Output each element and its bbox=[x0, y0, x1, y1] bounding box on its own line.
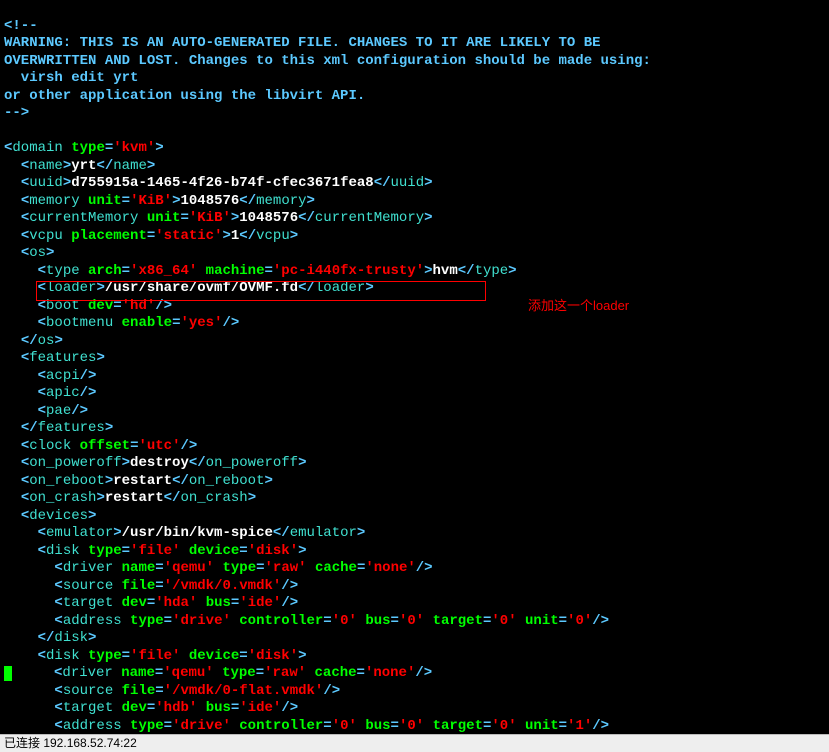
loader-path: /usr/share/ovmf/OVMF.fd bbox=[105, 280, 298, 296]
tag-on-reboot: on_reboot bbox=[29, 473, 105, 489]
tag-pae: pae bbox=[46, 403, 71, 419]
tag-target: target bbox=[63, 595, 113, 611]
tag-apic: apic bbox=[46, 385, 80, 401]
tag-source: source bbox=[63, 578, 113, 594]
tag-driver: driver bbox=[63, 560, 113, 576]
uuid-text: d755915a-1465-4f26-b74f-cfec3671fea8 bbox=[71, 175, 373, 191]
tag-devices: devices bbox=[29, 508, 88, 524]
xml-comment: <!-- bbox=[4, 18, 38, 34]
attr: type bbox=[71, 140, 105, 156]
tag-source: source bbox=[63, 683, 113, 699]
tag-bootmenu: bootmenu bbox=[46, 315, 113, 331]
terminal-editor[interactable]: <!-- WARNING: THIS IS AN AUTO-GENERATED … bbox=[0, 0, 829, 752]
xml-comment: --> bbox=[4, 105, 29, 121]
tag-target: target bbox=[63, 700, 113, 716]
tag-address: address bbox=[63, 613, 122, 629]
tag-memory: memory bbox=[29, 193, 79, 209]
connection-status-bar: 已连接 192.168.52.74:22 bbox=[0, 734, 829, 752]
xml-comment: virsh edit yrt bbox=[4, 70, 138, 86]
vm-name: yrt bbox=[71, 158, 96, 174]
tag-name: name bbox=[29, 158, 63, 174]
tag-domain: domain bbox=[12, 140, 62, 156]
tag-vcpu: vcpu bbox=[29, 228, 63, 244]
cursor-icon bbox=[4, 666, 12, 681]
tag-disk: disk bbox=[46, 543, 80, 559]
xml-comment: or other application using the libvirt A… bbox=[4, 88, 365, 104]
tag-uuid: uuid bbox=[29, 175, 63, 191]
annotation-text: 添加这一个loader bbox=[528, 298, 629, 314]
tag-loader: loader bbox=[46, 280, 96, 296]
tag-on-crash: on_crash bbox=[29, 490, 96, 506]
tag-boot: boot bbox=[46, 298, 80, 314]
xml-comment: WARNING: THIS IS AN AUTO-GENERATED FILE.… bbox=[4, 35, 601, 51]
tag-disk: disk bbox=[46, 648, 80, 664]
tag-driver: driver bbox=[62, 665, 112, 681]
tag-emulator: emulator bbox=[46, 525, 113, 541]
tag-os: os bbox=[29, 245, 46, 261]
tag-address: address bbox=[63, 718, 122, 734]
tag-features: features bbox=[29, 350, 96, 366]
tag-acpi: acpi bbox=[46, 368, 80, 384]
tag-clock: clock bbox=[29, 438, 71, 454]
tag-on-poweroff: on_poweroff bbox=[29, 455, 121, 471]
attr-val: 'kvm' bbox=[113, 140, 155, 156]
tag-type: type bbox=[46, 263, 80, 279]
xml-comment: OVERWRITTEN AND LOST. Changes to this xm… bbox=[4, 53, 651, 69]
tag-currentmemory: currentMemory bbox=[29, 210, 138, 226]
